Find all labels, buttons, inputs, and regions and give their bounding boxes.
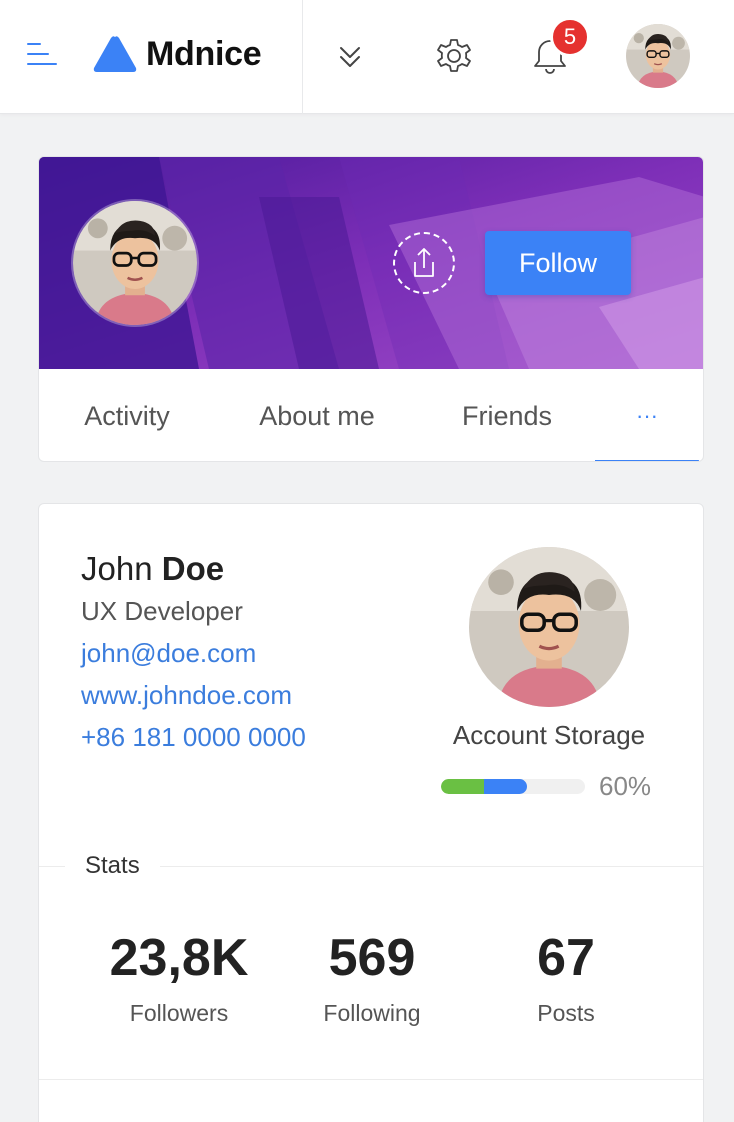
menu-toggle-icon[interactable] xyxy=(26,40,58,68)
header-divider xyxy=(302,0,303,114)
follow-button[interactable]: Follow xyxy=(485,231,631,295)
tab-about-me[interactable]: About me xyxy=(249,369,385,461)
followers-count: 23,8K xyxy=(109,929,249,987)
user-full-name: John Doe xyxy=(81,550,224,588)
cover-profile-avatar xyxy=(71,199,199,327)
brand-logo[interactable]: Mdnice xyxy=(92,34,262,74)
top-header: Mdnice 5 xyxy=(0,0,734,114)
share-upload-icon xyxy=(414,248,434,277)
user-last-name: Doe xyxy=(161,550,225,587)
followers-label: Followers xyxy=(129,1000,229,1026)
posts-count: 67 xyxy=(537,929,595,987)
active-tab-indicator xyxy=(595,460,699,461)
following-label: Following xyxy=(323,1000,421,1026)
tab-more[interactable]: ··· xyxy=(595,369,699,461)
user-role: UX Developer xyxy=(81,596,243,626)
chevron-down-icon[interactable] xyxy=(336,40,364,72)
card-bottom-divider xyxy=(39,1079,703,1080)
profile-avatar-large xyxy=(469,547,629,707)
storage-progress-green xyxy=(441,779,484,794)
notification-count-badge: 5 xyxy=(550,17,590,57)
share-button[interactable] xyxy=(393,232,455,294)
stats-title: Stats xyxy=(65,852,160,880)
brand-name: Mdnice xyxy=(146,34,262,73)
posts-label: Posts xyxy=(537,1000,595,1026)
following-count: 569 xyxy=(328,929,416,987)
profile-cover-card: Follow Activity About me Friends ··· xyxy=(38,156,704,462)
storage-percent: 60% xyxy=(599,771,652,801)
account-storage-label: Account Storage xyxy=(452,720,646,750)
tab-friends[interactable]: Friends xyxy=(449,369,565,461)
profile-tabs: Activity About me Friends ··· xyxy=(39,369,703,461)
user-avatar[interactable] xyxy=(626,24,690,88)
profile-info-card: John Doe UX Developer john@doe.com www.j… xyxy=(38,503,704,1122)
logo-triangle-icon xyxy=(93,36,137,72)
website-link[interactable]: www.johndoe.com xyxy=(81,680,292,711)
email-link[interactable]: john@doe.com xyxy=(81,638,256,669)
storage-progress-blue xyxy=(484,779,527,794)
tab-activity[interactable]: Activity xyxy=(69,369,185,461)
storage-progress-bar xyxy=(441,779,585,794)
phone-link[interactable]: +86 181 0000 0000 xyxy=(81,722,306,753)
settings-gear-icon[interactable] xyxy=(432,34,476,78)
user-first-name: John xyxy=(81,550,153,587)
